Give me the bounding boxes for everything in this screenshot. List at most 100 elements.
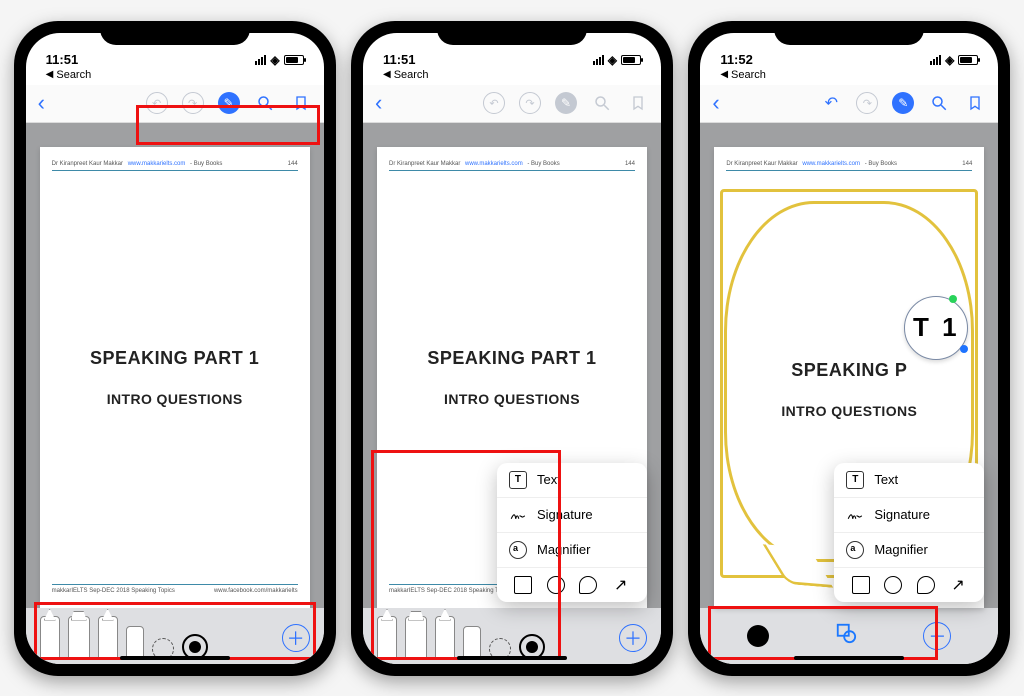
screen-1: 11:51 ◈ ◀ Search ‹ ↶ ↷ ✎	[26, 33, 324, 664]
breadcrumb[interactable]: ◀ Search	[363, 69, 661, 85]
footer-left: makkarIELTS Sep-DEC 2018 Speaking Topics	[389, 588, 512, 594]
buy-label: - Buy Books	[527, 161, 559, 167]
breadcrumb[interactable]: ◀ Search	[700, 69, 998, 85]
heading-2: INTRO QUESTIONS	[781, 403, 917, 419]
tool-group	[377, 616, 545, 660]
undo-icon[interactable]: ↶	[820, 92, 842, 114]
home-indicator[interactable]	[794, 656, 904, 660]
search-icon[interactable]	[928, 92, 950, 114]
cell-signal-icon	[255, 55, 266, 65]
redo-icon[interactable]: ↷	[856, 92, 878, 114]
nav-bar: ‹ ↶ ↷ ✎	[363, 85, 661, 123]
square-shape-icon[interactable]	[514, 576, 532, 594]
shape-style-icon[interactable]	[835, 622, 857, 649]
home-indicator[interactable]	[120, 656, 230, 660]
eraser-tool[interactable]	[463, 626, 481, 660]
search-icon[interactable]	[591, 92, 613, 114]
square-shape-icon[interactable]	[852, 576, 870, 594]
eraser-tool[interactable]	[126, 626, 144, 660]
page-body: SPEAKING PART 1 INTRO QUESTIONS	[40, 171, 310, 584]
pencil-tool[interactable]	[98, 616, 118, 660]
back-button[interactable]: ‹	[38, 90, 45, 116]
wifi-icon: ◈	[608, 53, 617, 67]
chevron-left-icon: ◀	[46, 69, 54, 80]
site-link[interactable]: www.makkarielts.com	[802, 161, 860, 167]
markup-icon[interactable]: ✎	[555, 92, 577, 114]
notch	[437, 21, 587, 45]
heading-1: SPEAKING P	[791, 360, 907, 381]
popup-magnifier-option[interactable]: a Magnifier	[497, 533, 647, 568]
add-annotation-popup: T Text Signature a Magnifier ↗	[497, 463, 647, 602]
footer-right-link[interactable]: www.facebook.com/makkarielts	[214, 588, 298, 594]
redo-icon[interactable]: ↷	[182, 92, 204, 114]
popup-text-option[interactable]: T Text	[834, 463, 984, 498]
page-number: 144	[962, 161, 972, 167]
wifi-icon: ◈	[270, 53, 279, 67]
status-time: 11:51	[46, 52, 79, 67]
popup-magnifier-option[interactable]: a Magnifier	[834, 533, 984, 568]
pen-tool[interactable]	[40, 616, 60, 660]
status-time: 11:52	[720, 52, 753, 67]
battery-icon	[958, 55, 978, 65]
cell-signal-icon	[593, 55, 604, 65]
popup-magnifier-label: Magnifier	[874, 542, 927, 557]
popup-text-option[interactable]: T Text	[497, 463, 647, 498]
status-right: ◈	[593, 53, 641, 67]
pencil-tool[interactable]	[435, 616, 455, 660]
popup-signature-label: Signature	[874, 507, 930, 522]
bookmark-icon[interactable]	[290, 92, 312, 114]
popup-text-label: Text	[874, 472, 898, 487]
nav-bar: ‹ ↶ ↷ ✎	[700, 85, 998, 123]
battery-icon	[621, 55, 641, 65]
circle-shape-icon[interactable]	[547, 576, 565, 594]
chevron-left-icon: ◀	[720, 69, 728, 80]
breadcrumb[interactable]: ◀ Search	[26, 69, 324, 85]
search-icon[interactable]	[254, 92, 276, 114]
speech-bubble-shape-icon[interactable]	[579, 576, 597, 594]
page-number: 144	[625, 161, 635, 167]
add-annotation-button[interactable]: ＋	[619, 624, 647, 652]
bookmark-icon[interactable]	[627, 92, 649, 114]
text-box-icon: T	[509, 471, 527, 489]
add-annotation-button[interactable]: ＋	[282, 624, 310, 652]
home-indicator[interactable]	[457, 656, 567, 660]
bookmark-icon[interactable]	[964, 92, 986, 114]
notch	[774, 21, 924, 45]
resize-handle-green[interactable]	[949, 295, 957, 303]
popup-signature-option[interactable]: Signature	[834, 498, 984, 533]
arrow-shape-icon[interactable]: ↗	[612, 576, 630, 594]
pen-tool[interactable]	[377, 616, 397, 660]
undo-icon[interactable]: ↶	[483, 92, 505, 114]
add-annotation-button[interactable]: ＋	[923, 622, 951, 650]
back-button[interactable]: ‹	[375, 90, 382, 116]
heading-2: INTRO QUESTIONS	[444, 391, 580, 407]
screen-3: 11:52 ◈ ◀ Search ‹ ↶ ↷ ✎	[700, 33, 998, 664]
marker-tool[interactable]	[405, 616, 427, 660]
popup-signature-label: Signature	[537, 507, 593, 522]
markup-icon[interactable]: ✎	[218, 92, 240, 114]
speech-bubble-shape-icon[interactable]	[917, 576, 935, 594]
nav-icons: ↶ ↷ ✎	[820, 92, 986, 114]
nav-icons: ↶ ↷ ✎	[483, 92, 649, 114]
tool-group	[40, 616, 208, 660]
marker-tool[interactable]	[68, 616, 90, 660]
resize-handle-blue[interactable]	[960, 345, 968, 353]
author-label: Dr Kiranpreet Kaur Makkar	[726, 161, 797, 167]
arrow-shape-icon[interactable]: ↗	[949, 576, 967, 594]
popup-signature-option[interactable]: Signature	[497, 498, 647, 533]
heading-1: SPEAKING PART 1	[90, 348, 259, 369]
breadcrumb-label: Search	[731, 69, 766, 81]
circle-shape-icon[interactable]	[884, 576, 902, 594]
chevron-left-icon: ◀	[383, 69, 391, 80]
fill-color-well[interactable]	[747, 625, 769, 647]
document-area[interactable]: Dr Kiranpreet Kaur Makkar www.makkarielt…	[26, 123, 324, 608]
undo-icon[interactable]: ↶	[146, 92, 168, 114]
wifi-icon: ◈	[945, 53, 954, 67]
markup-icon[interactable]: ✎	[892, 92, 914, 114]
redo-icon[interactable]: ↷	[519, 92, 541, 114]
popup-magnifier-label: Magnifier	[537, 542, 590, 557]
site-link[interactable]: www.makkarielts.com	[128, 161, 186, 167]
back-button[interactable]: ‹	[712, 90, 719, 116]
magnifier-annotation[interactable]: T 1	[904, 296, 968, 360]
site-link[interactable]: www.makkarielts.com	[465, 161, 523, 167]
